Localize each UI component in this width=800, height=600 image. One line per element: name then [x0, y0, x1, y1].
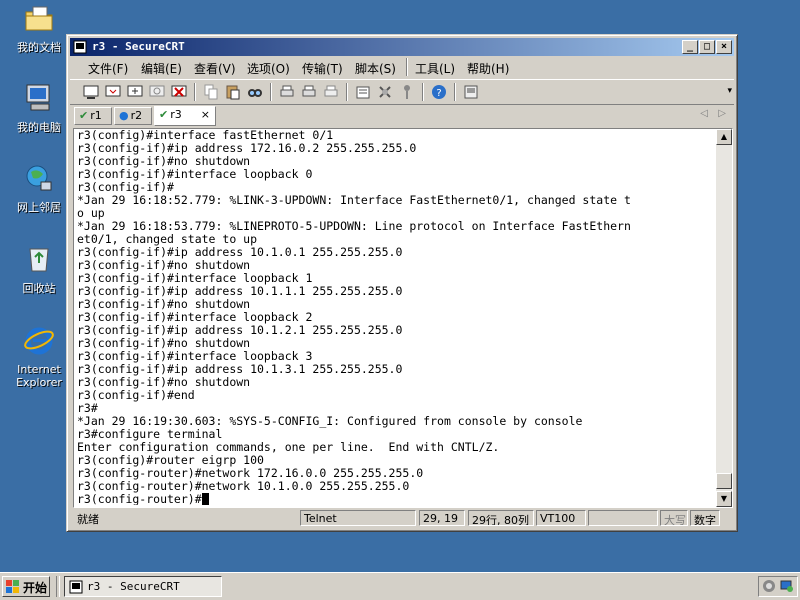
- text-cursor: [201, 493, 209, 505]
- scroll-thumb[interactable]: [716, 473, 732, 489]
- computer-icon: [26, 84, 50, 111]
- reconnect-icon[interactable]: [148, 83, 166, 101]
- desktop-icon-label: 回收站: [22, 282, 56, 295]
- check-icon: ✔: [159, 108, 169, 121]
- terminal-screen[interactable]: r3(config)#interface fastEthernet 0/1 r3(…: [73, 128, 733, 508]
- windows-logo-icon: [6, 580, 19, 593]
- status-cursor-position: 29, 19: [419, 510, 465, 526]
- system-tray: [758, 576, 798, 597]
- window-title: r3 - SecureCRT: [92, 40, 185, 53]
- tray-monitor-icon[interactable]: [780, 579, 794, 593]
- about-icon[interactable]: [462, 83, 480, 101]
- keymap-icon[interactable]: [398, 83, 416, 101]
- disconnect-icon[interactable]: [170, 83, 188, 101]
- menu-help[interactable]: 帮助(H): [467, 60, 509, 77]
- status-bar: 就绪 Telnet 29, 19 29行, 80列 VT100 大写 数字: [70, 508, 734, 528]
- desktop-icon-my-documents[interactable]: 我的文档: [4, 2, 74, 54]
- menu-options[interactable]: 选项(O): [247, 60, 290, 77]
- internet-explorer-icon: [24, 327, 54, 355]
- toolbar-overflow-chevron-icon[interactable]: ▾: [727, 86, 732, 96]
- tray-network-icon[interactable]: [762, 579, 776, 593]
- terminal-line: *Jan 29 16:18:52.779: %LINK-3-UPDOWN: In…: [77, 193, 631, 207]
- window-titlebar[interactable]: r3 - SecureCRT _ □ ×: [70, 38, 734, 56]
- menu-view[interactable]: 查看(V): [194, 60, 236, 77]
- menu-transfer[interactable]: 传输(T): [302, 60, 343, 77]
- print-selection-icon[interactable]: [300, 83, 318, 101]
- find-icon[interactable]: [246, 83, 264, 101]
- desktop-icon-network[interactable]: 网上邻居: [4, 162, 74, 214]
- terminal-prompt: r3(config-router)#: [77, 492, 202, 506]
- desktop-icon-recycle-bin[interactable]: 回收站: [4, 243, 74, 295]
- paste-icon[interactable]: [224, 83, 242, 101]
- check-icon: ✔: [79, 109, 89, 122]
- desktop-icon-label: Internet Explorer: [16, 363, 62, 389]
- securecrt-window: r3 - SecureCRT _ □ × 文件(F) 编辑(E) 查看(V) 选…: [66, 34, 738, 532]
- menu-file[interactable]: 文件(F): [88, 60, 128, 77]
- network-globe-icon: [26, 165, 52, 191]
- tab-r3[interactable]: ✔ r3 ×: [154, 106, 216, 126]
- global-options-icon[interactable]: [376, 83, 394, 101]
- terminal-prompt-line: r3(config-router)#: [77, 493, 717, 505]
- tab-scroll-right-icon[interactable]: ▷: [718, 108, 726, 119]
- terminal-line: r3(config-if)#end: [77, 388, 195, 402]
- status-num-lock: 数字: [690, 510, 720, 526]
- securecrt-app-icon: [69, 580, 83, 594]
- toolbar-separator: [454, 83, 456, 101]
- status-emulation: VT100: [536, 510, 586, 526]
- maximize-button[interactable]: □: [699, 40, 715, 54]
- toolbar: ? ▾: [70, 79, 734, 105]
- vertical-scrollbar[interactable]: ▲ ▼: [716, 129, 732, 507]
- taskbar-button-securecrt[interactable]: r3 - SecureCRT: [64, 576, 222, 597]
- taskbar: 开始 r3 - SecureCRT: [0, 572, 800, 600]
- status-protocol: Telnet: [300, 510, 416, 526]
- recycle-bin-icon: [29, 248, 49, 272]
- menu-bar: 文件(F) 编辑(E) 查看(V) 选项(O) 传输(T) 脚本(S) 工具(L…: [70, 57, 734, 77]
- quick-connect-icon[interactable]: [104, 83, 122, 101]
- menu-separator: [406, 58, 408, 76]
- desktop-icon-label: 网上邻居: [17, 201, 61, 214]
- info-icon: ●: [119, 109, 129, 122]
- scroll-down-button[interactable]: ▼: [716, 491, 732, 507]
- menu-tools[interactable]: 工具(L): [415, 60, 455, 77]
- tab-r2[interactable]: ● r2: [114, 107, 152, 125]
- start-button[interactable]: 开始: [2, 576, 50, 597]
- desktop-icon-internet-explorer[interactable]: Internet Explorer: [4, 324, 74, 389]
- menu-edit[interactable]: 编辑(E): [141, 60, 182, 77]
- scroll-up-button[interactable]: ▲: [716, 129, 732, 145]
- toolbar-separator: [346, 83, 348, 101]
- session-tab-bar: ✔ r1 ● r2 ✔ r3 × ◁ ▷: [70, 105, 734, 127]
- toolbar-separator: [422, 83, 424, 101]
- tab-scroll-left-icon[interactable]: ◁: [700, 108, 708, 119]
- print-icon[interactable]: [278, 83, 296, 101]
- desktop-icon-label: 我的电脑: [17, 121, 61, 134]
- copy-icon[interactable]: [202, 83, 220, 101]
- folder-documents-icon: [25, 6, 53, 31]
- connect-icon[interactable]: [82, 83, 100, 101]
- status-caps-lock: 大写: [660, 510, 688, 526]
- toolbar-separator: [270, 83, 272, 101]
- tab-close-icon[interactable]: ×: [201, 108, 210, 121]
- status-blank: [588, 510, 658, 526]
- tab-r1[interactable]: ✔ r1: [74, 107, 112, 125]
- status-terminal-size: 29行, 80列: [468, 510, 534, 526]
- svg-text:?: ?: [436, 88, 441, 99]
- toolbar-separator: [194, 83, 196, 101]
- close-button[interactable]: ×: [716, 40, 732, 54]
- terminal-output: r3(config)#interface fastEthernet 0/1 r3(…: [77, 129, 717, 505]
- session-options-icon[interactable]: [354, 83, 372, 101]
- help-icon[interactable]: ?: [430, 83, 448, 101]
- minimize-button[interactable]: _: [682, 40, 698, 54]
- connect-tab-icon[interactable]: [126, 83, 144, 101]
- desktop-icon-label: 我的文档: [17, 41, 61, 54]
- securecrt-app-icon: [73, 40, 87, 54]
- desktop-icon-my-computer[interactable]: 我的电脑: [4, 82, 74, 134]
- menu-script[interactable]: 脚本(S): [355, 60, 396, 77]
- taskbar-separator: [56, 576, 60, 597]
- status-ready: 就绪: [77, 513, 99, 526]
- print-setup-icon[interactable]: [322, 83, 340, 101]
